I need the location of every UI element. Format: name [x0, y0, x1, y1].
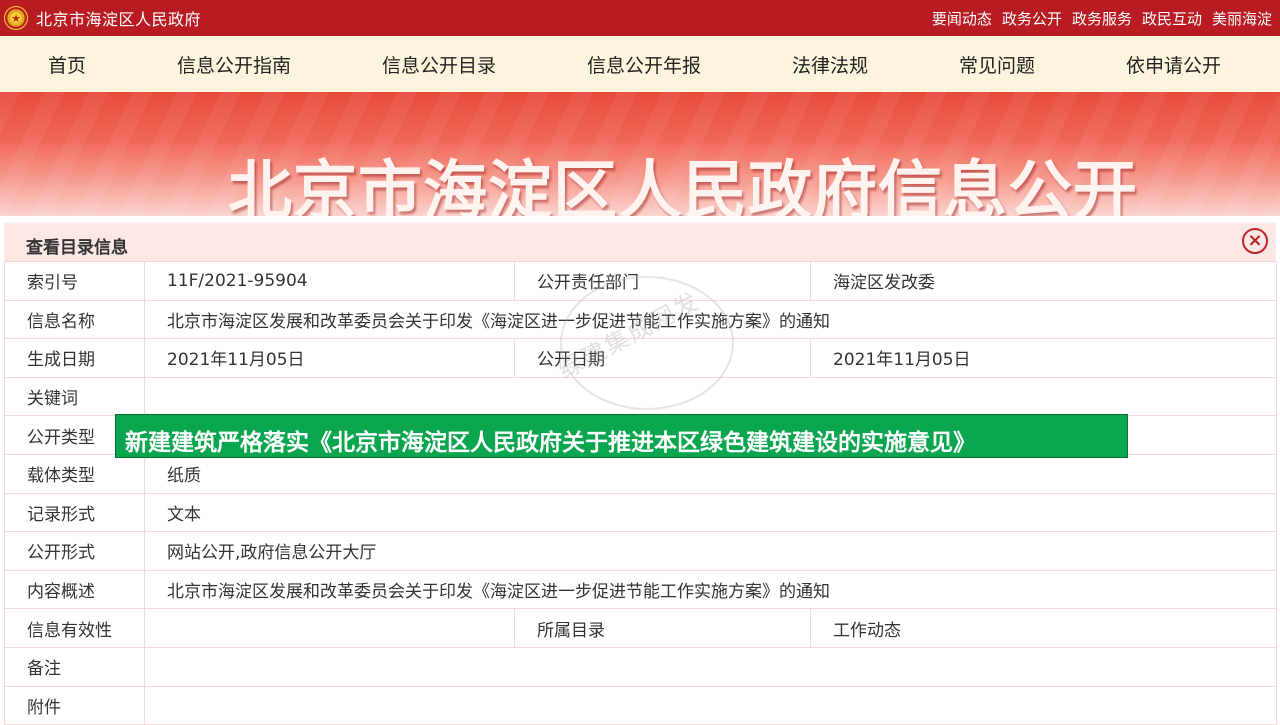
- table-row: 备注: [4, 646, 1277, 687]
- nav-guide[interactable]: 信息公开指南: [177, 51, 291, 78]
- row-value: 北京市海淀区发展和改革委员会关于印发《海淀区进一步促进节能工作实施方案》的通知: [144, 299, 1277, 340]
- row-label: 公开形式: [4, 531, 145, 571]
- nav-home[interactable]: 首页: [48, 51, 86, 78]
- banner-title: 北京市海淀区人民政府信息公开: [228, 155, 1138, 216]
- panel-title: 查看目录信息: [26, 238, 128, 258]
- banner: 北京市海淀区人民政府信息公开: [0, 92, 1280, 216]
- table-row: 公开形式 网站公开,政府信息公开大厅: [4, 531, 1277, 571]
- row-label: 关键词: [4, 376, 145, 417]
- caption-text: 新建建筑严格落实《北京市海淀区人民政府关于推进本区绿色建筑建设的实施意见》: [125, 430, 976, 456]
- info-table: 索引号 11F/2021-95904 公开责任部门 海淀区发改委 信息名称 北京…: [4, 261, 1277, 725]
- row-label: 公开责任部门: [514, 261, 811, 301]
- national-emblem-icon: ★: [4, 6, 28, 30]
- table-row: 信息名称 北京市海淀区发展和改革委员会关于印发《海淀区进一步促进节能工作实施方案…: [4, 299, 1277, 340]
- row-value: 文本: [144, 492, 1277, 533]
- row-value: 工作动态: [810, 608, 1277, 648]
- row-label: 附件: [4, 685, 145, 725]
- nav-faq[interactable]: 常见问题: [959, 51, 1035, 78]
- row-label: 公开日期: [514, 338, 811, 378]
- catalog-info-panel: 查看目录信息 × 索引号 11F/2021-95904 公开责任部门 海淀区发改…: [0, 216, 1280, 725]
- row-value: 2021年11月05日: [810, 338, 1277, 378]
- top-link-services[interactable]: 政务服务: [1072, 8, 1132, 29]
- top-bar: ★ 北京市海淀区人民政府 要闻动态 政务公开 政务服务 政民互动 美丽海淀: [0, 0, 1280, 36]
- top-links: 要闻动态 政务公开 政务服务 政民互动 美丽海淀: [922, 8, 1280, 29]
- row-value: 11F/2021-95904: [144, 261, 515, 301]
- site-brand[interactable]: ★ 北京市海淀区人民政府: [0, 6, 201, 30]
- main-nav: 首页 信息公开指南 信息公开目录 信息公开年报 法律法规 常见问题 依申请公开: [0, 36, 1280, 92]
- close-icon[interactable]: ×: [1242, 228, 1268, 254]
- row-label: 索引号: [4, 261, 145, 301]
- row-label: 内容概述: [4, 569, 145, 610]
- top-link-gov-affairs[interactable]: 政务公开: [1002, 8, 1062, 29]
- nav-annual-report[interactable]: 信息公开年报: [587, 51, 701, 78]
- row-label: 备注: [4, 646, 145, 687]
- table-row: 信息有效性 所属目录 工作动态: [4, 608, 1277, 648]
- row-value: 海淀区发改委: [810, 261, 1277, 301]
- table-row: 内容概述 北京市海淀区发展和改革委员会关于印发《海淀区进一步促进节能工作实施方案…: [4, 569, 1277, 610]
- table-row: 载体类型 纸质: [4, 453, 1277, 494]
- nav-apply[interactable]: 依申请公开: [1126, 51, 1221, 78]
- row-value: 纸质: [144, 453, 1277, 494]
- site-name: 北京市海淀区人民政府: [36, 10, 202, 29]
- table-row: 索引号 11F/2021-95904 公开责任部门 海淀区发改委: [4, 261, 1277, 301]
- row-value: 2021年11月05日: [144, 338, 515, 378]
- row-value: 北京市海淀区发展和改革委员会关于印发《海淀区进一步促进节能工作实施方案》的通知: [144, 569, 1277, 610]
- table-row: 关键词: [4, 376, 1277, 417]
- panel-header: 查看目录信息 ×: [4, 223, 1276, 262]
- row-value: 网站公开,政府信息公开大厅: [144, 531, 1277, 571]
- nav-catalog[interactable]: 信息公开目录: [382, 51, 496, 78]
- row-value: [144, 646, 1277, 687]
- table-row: 附件: [4, 685, 1277, 725]
- row-value: [144, 685, 1277, 725]
- table-row: 生成日期 2021年11月05日 公开日期 2021年11月05日: [4, 338, 1277, 378]
- row-label: 载体类型: [4, 453, 145, 494]
- row-label: 信息名称: [4, 299, 145, 340]
- row-label: 所属目录: [514, 608, 811, 648]
- top-link-interaction[interactable]: 政民互动: [1142, 8, 1202, 29]
- row-value: [144, 376, 1277, 417]
- row-value: [144, 608, 515, 648]
- table-row: 记录形式 文本: [4, 492, 1277, 533]
- nav-laws[interactable]: 法律法规: [792, 51, 868, 78]
- top-link-beautiful-haidian[interactable]: 美丽海淀: [1212, 8, 1272, 29]
- row-label: 生成日期: [4, 338, 145, 378]
- caption-overlay: 新建建筑严格落实《北京市海淀区人民政府关于推进本区绿色建筑建设的实施意见》: [115, 414, 1128, 458]
- row-label: 记录形式: [4, 492, 145, 533]
- top-link-news[interactable]: 要闻动态: [932, 8, 992, 29]
- row-label: 信息有效性: [4, 608, 145, 648]
